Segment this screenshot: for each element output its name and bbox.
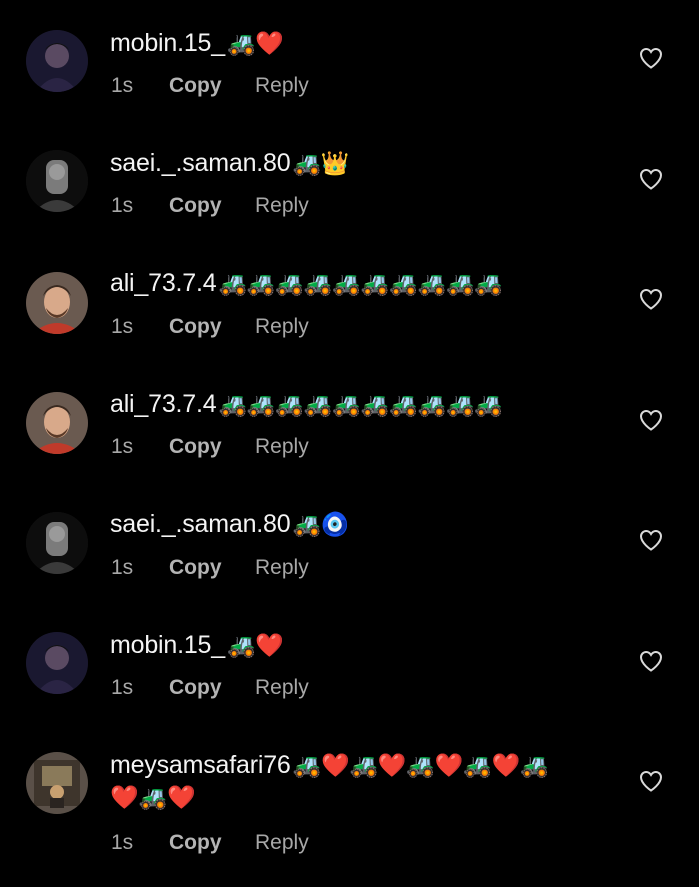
timestamp: 1s <box>111 831 134 854</box>
heart-outline-icon[interactable] <box>639 650 663 672</box>
username[interactable]: mobin.15_ <box>110 29 225 57</box>
heart-outline-icon[interactable] <box>639 168 663 190</box>
avatar[interactable] <box>26 150 88 212</box>
copy-button[interactable]: Copy <box>169 193 255 219</box>
comment-meta: 1s Copy Reply <box>111 675 309 701</box>
username[interactable]: mobin.15_ <box>110 631 225 659</box>
copy-button[interactable]: Copy <box>169 73 255 99</box>
timestamp: 1s <box>111 194 134 217</box>
comment-header: mobin.15_🚜❤️ <box>110 630 284 661</box>
reply-button[interactable]: Reply <box>255 555 309 581</box>
avatar[interactable] <box>26 30 88 92</box>
heart-outline-icon[interactable] <box>639 409 663 431</box>
avatar[interactable] <box>26 392 88 454</box>
username[interactable]: saei._.saman.80 <box>110 510 291 538</box>
comments-list: mobin.15_🚜❤️ 1s Copy Reply saei._.saman.80🚜👑… <box>0 0 699 887</box>
heart-outline-icon[interactable] <box>639 770 663 792</box>
timestamp: 1s <box>111 74 134 97</box>
comment-text: 🚜❤️ <box>226 633 284 659</box>
comment-meta: 1s Copy Reply <box>111 314 309 340</box>
avatar[interactable] <box>26 752 88 814</box>
username[interactable]: ali_73.7.4 <box>110 269 217 297</box>
username[interactable]: meysamsafari76 <box>110 751 291 779</box>
username[interactable]: saei._.saman.80 <box>110 149 291 177</box>
username[interactable]: ali_73.7.4 <box>110 390 217 418</box>
comment-text: 🚜❤️ <box>226 31 284 57</box>
avatar[interactable] <box>26 512 88 574</box>
copy-button[interactable]: Copy <box>169 675 255 701</box>
copy-button[interactable]: Copy <box>169 830 255 856</box>
comment-meta: 1s Copy Reply <box>111 830 309 856</box>
comment-header: saei._.saman.80🚜🧿 <box>110 509 350 540</box>
comment-meta: 1s Copy Reply <box>111 73 309 99</box>
timestamp: 1s <box>111 435 134 458</box>
comment-header: saei._.saman.80🚜👑 <box>110 148 350 179</box>
reply-button[interactable]: Reply <box>255 314 309 340</box>
heart-outline-icon[interactable] <box>639 47 663 69</box>
heart-outline-icon[interactable] <box>639 529 663 551</box>
comment-header: mobin.15_🚜❤️ <box>110 28 284 59</box>
comment-text: 🚜👑 <box>292 151 350 177</box>
comment-text: 🚜❤️🚜❤️🚜❤️🚜❤️🚜 <box>292 753 549 779</box>
comment-meta: 1s Copy Reply <box>111 434 309 460</box>
avatar[interactable] <box>26 272 88 334</box>
comment-text: 🚜🧿 <box>292 512 350 538</box>
reply-button[interactable]: Reply <box>255 675 309 701</box>
heart-outline-icon[interactable] <box>639 288 663 310</box>
comment-meta: 1s Copy Reply <box>111 555 309 581</box>
reply-button[interactable]: Reply <box>255 434 309 460</box>
reply-button[interactable]: Reply <box>255 830 309 856</box>
avatar[interactable] <box>26 632 88 694</box>
copy-button[interactable]: Copy <box>169 314 255 340</box>
comment-header: ali_73.7.4🚜🚜🚜🚜🚜🚜🚜🚜🚜🚜 <box>110 389 503 420</box>
timestamp: 1s <box>111 315 134 338</box>
comment-header: meysamsafari76🚜❤️🚜❤️🚜❤️🚜❤️🚜 <box>110 750 549 781</box>
copy-button[interactable]: Copy <box>169 434 255 460</box>
reply-button[interactable]: Reply <box>255 193 309 219</box>
comment-header: ali_73.7.4🚜🚜🚜🚜🚜🚜🚜🚜🚜🚜 <box>110 268 503 299</box>
comment-text-continued: ❤️🚜❤️ <box>110 785 196 811</box>
reply-button[interactable]: Reply <box>255 73 309 99</box>
copy-button[interactable]: Copy <box>169 555 255 581</box>
timestamp: 1s <box>111 556 134 579</box>
comment-text: 🚜🚜🚜🚜🚜🚜🚜🚜🚜🚜 <box>218 392 503 418</box>
timestamp: 1s <box>111 676 134 699</box>
comment-text: 🚜🚜🚜🚜🚜🚜🚜🚜🚜🚜 <box>218 271 503 297</box>
comment-meta: 1s Copy Reply <box>111 193 309 219</box>
